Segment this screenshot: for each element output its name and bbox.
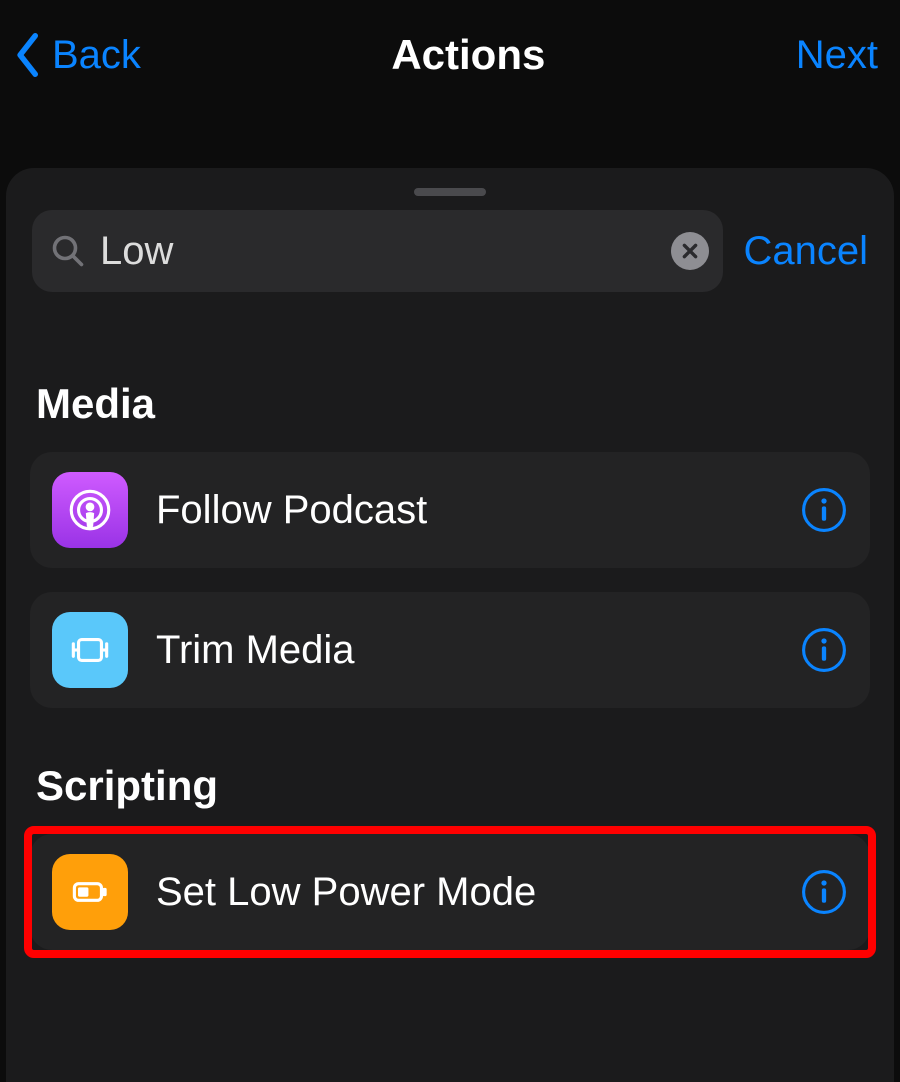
- info-button[interactable]: [800, 626, 848, 674]
- sheet-grabber[interactable]: [414, 188, 486, 196]
- section-header-scripting: Scripting: [6, 762, 894, 810]
- search-icon: [50, 233, 86, 269]
- section-header-media: Media: [6, 380, 894, 428]
- cancel-button[interactable]: Cancel: [743, 229, 868, 274]
- page-title: Actions: [141, 31, 796, 79]
- podcast-icon: [52, 472, 128, 548]
- next-button[interactable]: Next: [796, 33, 878, 78]
- back-button[interactable]: Back: [14, 33, 141, 78]
- search-row: Cancel: [6, 210, 894, 292]
- actions-sheet: Cancel Media Follow Podcast: [6, 168, 894, 1082]
- search-box[interactable]: [32, 210, 723, 292]
- screen: Back Actions Next Cancel Media: [0, 0, 900, 1082]
- chevron-left-icon: [14, 33, 40, 77]
- trim-media-icon: [52, 612, 128, 688]
- action-label: Set Low Power Mode: [156, 870, 800, 915]
- close-icon: [681, 242, 699, 260]
- action-label: Follow Podcast: [156, 488, 800, 533]
- action-follow-podcast[interactable]: Follow Podcast: [30, 452, 870, 568]
- info-button[interactable]: [800, 868, 848, 916]
- info-icon: [800, 661, 848, 678]
- back-label: Back: [52, 33, 141, 78]
- low-power-mode-icon: [52, 854, 128, 930]
- info-icon: [800, 521, 848, 538]
- navigation-bar: Back Actions Next: [0, 0, 900, 110]
- action-label: Trim Media: [156, 628, 800, 673]
- info-icon: [800, 903, 848, 920]
- info-button[interactable]: [800, 486, 848, 534]
- action-trim-media[interactable]: Trim Media: [30, 592, 870, 708]
- clear-search-button[interactable]: [671, 232, 709, 270]
- action-set-low-power-mode[interactable]: Set Low Power Mode: [30, 834, 870, 950]
- search-input[interactable]: [100, 229, 671, 274]
